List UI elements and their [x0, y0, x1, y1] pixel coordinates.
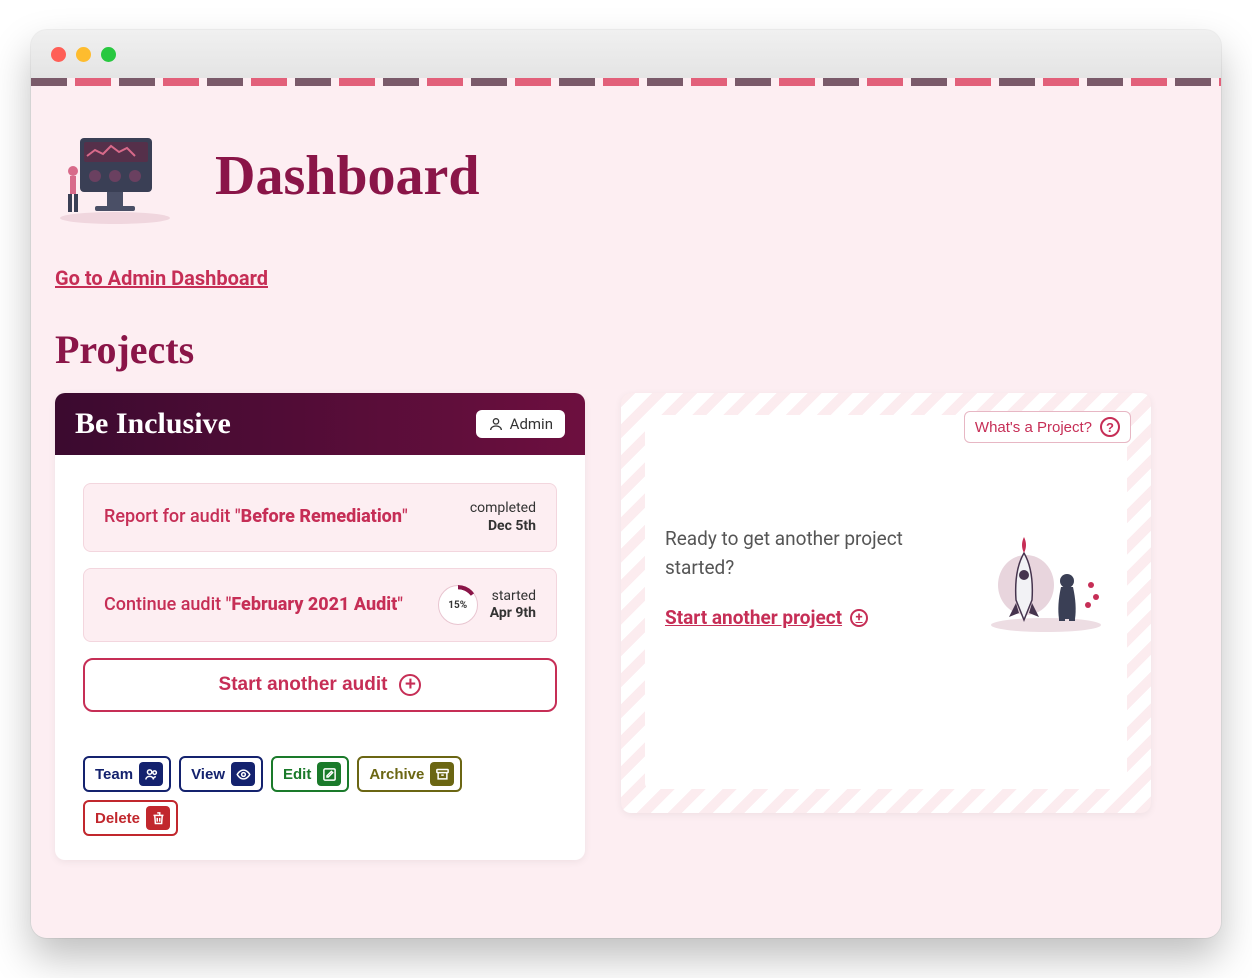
edit-button[interactable]: Edit — [271, 756, 349, 792]
audit-title: Report for audit "Before Remediation" — [104, 505, 458, 529]
app-content: Dashboard Go to Admin Dashboard Projects… — [31, 78, 1221, 938]
team-icon — [139, 762, 163, 786]
audit-meta: started Apr 9th — [490, 588, 536, 623]
audit-row-report[interactable]: Report for audit "Before Remediation" co… — [83, 483, 557, 552]
ready-text: Ready to get another project started? — [665, 525, 965, 582]
audit-title: Continue audit "February 2021 Audit" — [104, 593, 426, 617]
window-titlebar — [31, 30, 1221, 78]
pencil-icon — [317, 762, 341, 786]
admin-dashboard-link[interactable]: Go to Admin Dashboard — [55, 266, 268, 290]
project-name: Be Inclusive — [75, 407, 231, 441]
start-audit-label: Start another audit — [219, 674, 388, 696]
project-actions: Team View Edit — [55, 756, 585, 860]
dashboard-illustration — [55, 126, 175, 226]
question-circle-icon: ? — [1100, 417, 1120, 437]
page-title: Dashboard — [215, 144, 480, 208]
role-badge-label: Admin — [510, 415, 553, 433]
audit-row-continue[interactable]: Continue audit "February 2021 Audit" 15%… — [83, 568, 557, 642]
projects-heading: Projects — [55, 326, 1197, 373]
project-card: Be Inclusive Admin Report for audit "Bef… — [55, 393, 585, 860]
rocket-illustration — [981, 525, 1111, 635]
start-project-label: Start another project — [665, 606, 842, 629]
eye-icon — [231, 762, 255, 786]
audit-meta: completed Dec 5th — [470, 500, 536, 535]
team-button[interactable]: Team — [83, 756, 171, 792]
progress-ring: 15% — [438, 585, 478, 625]
project-card-header: Be Inclusive Admin — [55, 393, 585, 455]
close-window-dot[interactable] — [51, 47, 66, 62]
trash-icon — [146, 806, 170, 830]
start-project-link[interactable]: Start another project + — [665, 606, 868, 629]
plus-circle-icon: + — [399, 674, 421, 696]
plus-circle-icon: + — [850, 609, 868, 627]
view-button[interactable]: View — [179, 756, 263, 792]
header-stripe — [31, 78, 1221, 86]
maximize-window-dot[interactable] — [101, 47, 116, 62]
archive-icon — [430, 762, 454, 786]
user-icon — [488, 416, 504, 432]
role-badge: Admin — [476, 410, 565, 438]
new-project-card: What's a Project? ? Ready to get another… — [621, 393, 1151, 813]
delete-button[interactable]: Delete — [83, 800, 178, 836]
help-label: What's a Project? — [975, 419, 1092, 436]
whats-a-project-button[interactable]: What's a Project? ? — [964, 411, 1131, 443]
browser-window: Dashboard Go to Admin Dashboard Projects… — [31, 30, 1221, 938]
start-audit-button[interactable]: Start another audit + — [83, 658, 557, 712]
archive-button[interactable]: Archive — [357, 756, 462, 792]
page-header: Dashboard — [55, 126, 1197, 226]
minimize-window-dot[interactable] — [76, 47, 91, 62]
progress-percent: 15% — [448, 600, 467, 611]
